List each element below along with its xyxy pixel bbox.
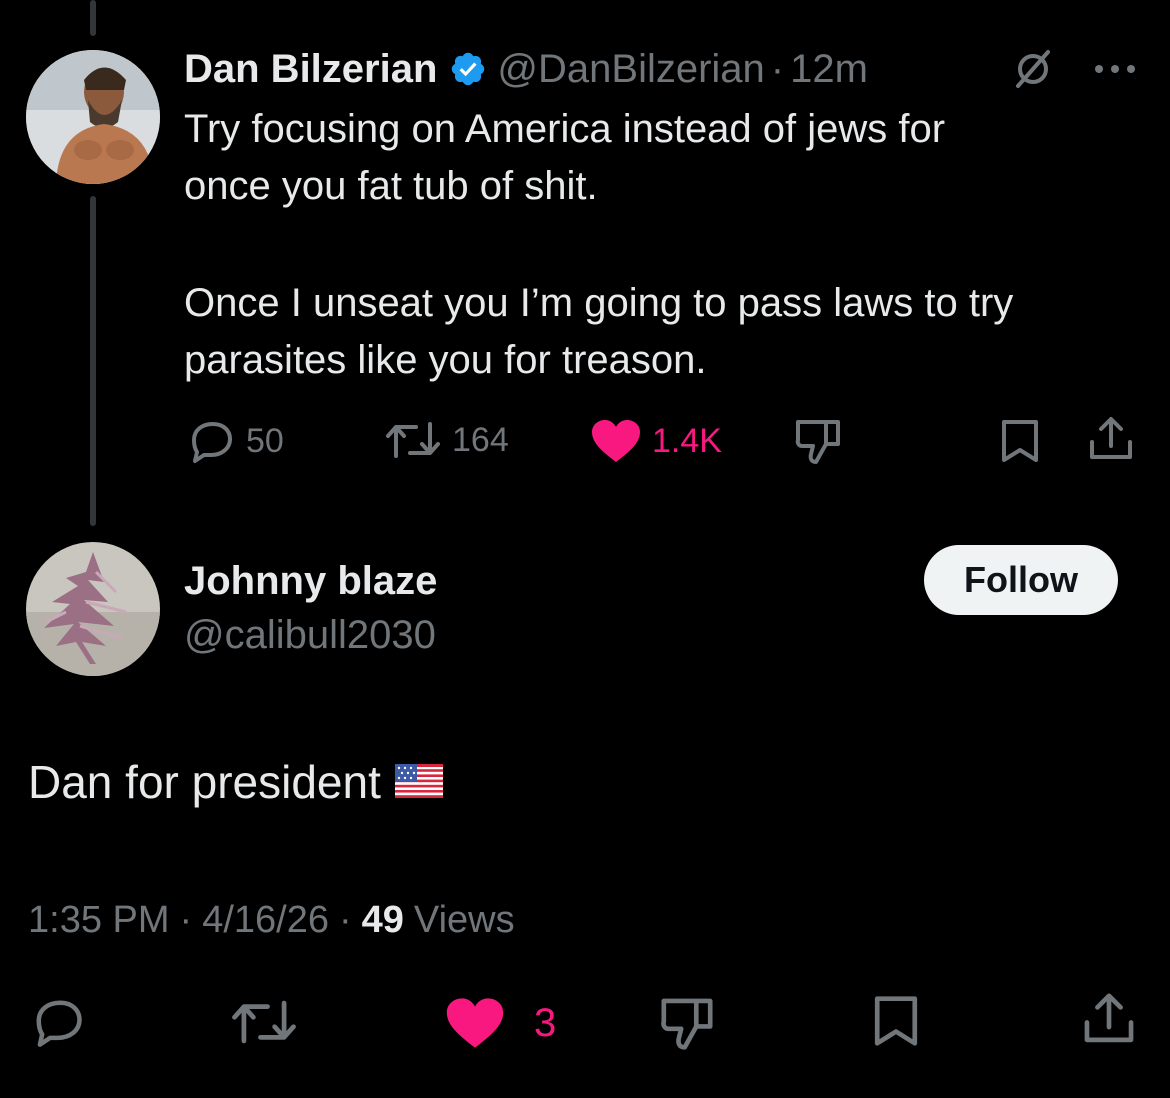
avatar[interactable] [26, 50, 160, 184]
reply-button[interactable]: 50 [186, 418, 284, 464]
separator-dot: · [179, 899, 193, 941]
repost-count: 164 [452, 420, 509, 459]
tweet-meta: 1:35 PM · 4/16/26 · 49 Views [28, 895, 515, 945]
reply-icon[interactable] [28, 996, 88, 1053]
author-handle[interactable]: @calibull2030 [184, 610, 436, 660]
dislike-icon[interactable] [656, 994, 718, 1057]
author-handle[interactable]: @DanBilzerian [497, 47, 764, 92]
like-icon [444, 996, 506, 1050]
like-count: 1.4K [652, 421, 722, 460]
follow-button[interactable]: Follow [924, 545, 1118, 615]
reply-icon [186, 418, 236, 464]
thread-line [90, 196, 96, 526]
like-icon [590, 418, 642, 464]
tweet-header: Dan Bilzerian @DanBilzerian · 12m [184, 44, 868, 94]
more-icon[interactable] [1092, 62, 1138, 81]
share-icon[interactable] [1080, 990, 1138, 1053]
repost-icon[interactable] [228, 996, 300, 1053]
verified-badge-icon [449, 50, 487, 88]
separator-dot: · [770, 46, 785, 91]
grok-icon[interactable] [1012, 48, 1054, 95]
views-label: Views [413, 899, 515, 941]
reply-text: Dan for president [28, 756, 381, 808]
reply-count: 50 [246, 421, 284, 460]
us-flag-emoji [394, 752, 443, 812]
views-count[interactable]: 49 [362, 895, 404, 945]
like-button[interactable]: 3 [444, 996, 556, 1050]
tweet-text-paragraph-1: Try focusing on America instead of jews … [184, 107, 946, 208]
repost-icon [384, 418, 442, 462]
thread-line-top [90, 0, 96, 36]
tweet-time[interactable]: 12m [790, 47, 868, 92]
avatar[interactable] [26, 542, 160, 676]
like-button[interactable]: 1.4K [590, 418, 722, 464]
tweet-date[interactable]: 4/16/26 [202, 895, 329, 945]
tweet-text-paragraph-2: Once I unseat you I’m going to pass laws… [184, 281, 1014, 382]
separator-dot: · [338, 899, 352, 941]
author-name[interactable]: Johnny blaze [184, 556, 437, 606]
author-name[interactable]: Dan Bilzerian [184, 47, 437, 92]
reply-text-line: Dan for president [28, 752, 443, 812]
bookmark-icon[interactable] [872, 994, 920, 1053]
tweet-time[interactable]: 1:35 PM [28, 895, 170, 945]
repost-button[interactable]: 164 [384, 418, 509, 462]
share-icon[interactable] [1086, 414, 1136, 469]
like-count: 3 [534, 1000, 557, 1045]
dislike-icon[interactable] [792, 416, 844, 471]
bookmark-icon[interactable] [1000, 418, 1040, 469]
